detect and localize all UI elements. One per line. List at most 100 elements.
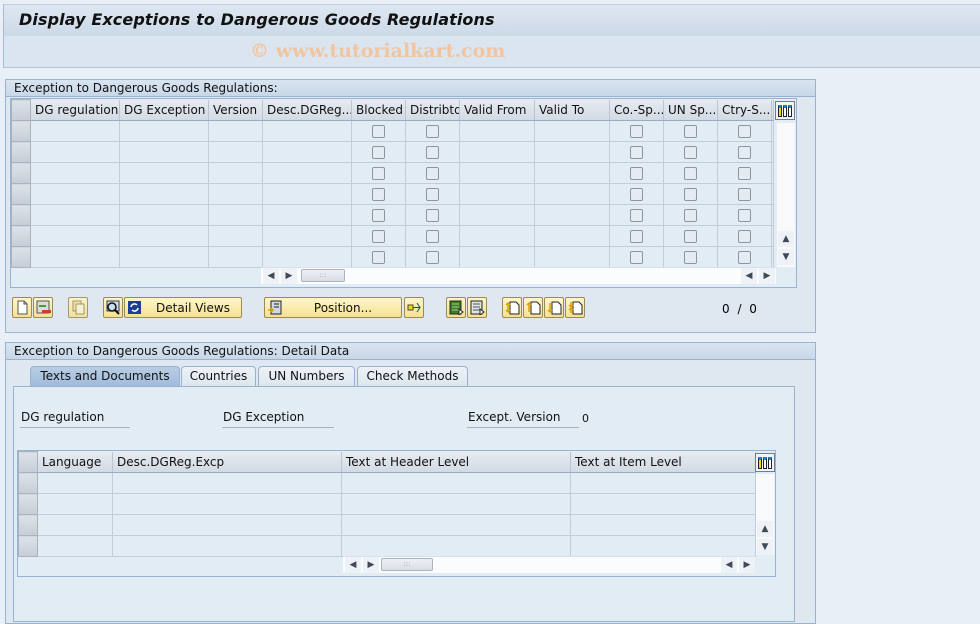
un-sp-checkbox[interactable] [684, 251, 697, 264]
column-header-dg-regulation[interactable]: DG regulation [30, 99, 120, 121]
cell-co-sp[interactable] [609, 162, 664, 184]
cell-valid-to[interactable] [534, 162, 610, 184]
column-header-version[interactable]: Version [208, 99, 263, 121]
position-button[interactable]: Position... [264, 297, 402, 318]
cell-ctry-s[interactable] [717, 246, 772, 268]
column-header-desc[interactable]: Desc.DGReg.... [262, 99, 352, 121]
column-header-desc-dgreg-excp[interactable]: Desc.DGReg.Excp [112, 451, 342, 473]
tab-check-methods[interactable]: Check Methods [357, 366, 468, 386]
scroll-right-button[interactable]: ▶ [363, 557, 379, 573]
cell-header-text[interactable] [341, 535, 571, 557]
cell-valid-from[interactable] [459, 141, 535, 163]
texts-horizontal-scrollbar[interactable]: ◀ ▶ ::: ◀ ▶ [343, 556, 755, 573]
cell-valid-from[interactable] [459, 225, 535, 247]
cell-dg-regulation[interactable] [30, 246, 120, 268]
cell-dg-regulation[interactable] [30, 183, 120, 205]
cell-desc[interactable] [112, 535, 342, 557]
cell-item-text[interactable] [570, 472, 756, 494]
cell-blocked[interactable] [351, 120, 406, 142]
row-selector[interactable] [11, 225, 31, 247]
cell-version[interactable] [208, 183, 263, 205]
row-selector[interactable] [11, 162, 31, 184]
blocked-checkbox[interactable] [372, 230, 385, 243]
scroll-down-button[interactable]: ▼ [757, 539, 773, 555]
blocked-checkbox[interactable] [372, 209, 385, 222]
cell-version[interactable] [208, 225, 263, 247]
column-header-language[interactable]: Language [37, 451, 113, 473]
table-row[interactable] [11, 225, 774, 247]
horizontal-scroll-thumb[interactable]: ::: [301, 269, 345, 282]
cell-valid-from[interactable] [459, 120, 535, 142]
scroll-down-button[interactable]: ▼ [778, 249, 794, 265]
ctry-s-checkbox[interactable] [738, 251, 751, 264]
cell-distributed[interactable] [405, 183, 460, 205]
cell-desc[interactable] [262, 246, 352, 268]
scroll-up-button[interactable]: ▲ [757, 521, 773, 537]
distributed-checkbox[interactable] [426, 146, 439, 159]
cell-un-sp[interactable] [663, 183, 718, 205]
scroll-left-button[interactable]: ◀ [345, 557, 361, 573]
cell-co-sp[interactable] [609, 183, 664, 205]
cell-blocked[interactable] [351, 141, 406, 163]
blocked-checkbox[interactable] [372, 146, 385, 159]
cell-dg-exception[interactable] [119, 141, 209, 163]
cell-un-sp[interactable] [663, 225, 718, 247]
un-sp-checkbox[interactable] [684, 230, 697, 243]
co-sp-checkbox[interactable] [630, 188, 643, 201]
cell-desc[interactable] [262, 225, 352, 247]
ctry-s-checkbox[interactable] [738, 146, 751, 159]
cell-co-sp[interactable] [609, 120, 664, 142]
row-selector[interactable] [18, 514, 38, 536]
overview-vertical-scrollbar[interactable]: ▲ ▼ [777, 123, 795, 267]
row-selector[interactable] [11, 204, 31, 226]
table-row[interactable] [11, 141, 774, 163]
distributed-checkbox[interactable] [426, 209, 439, 222]
cell-dg-exception[interactable] [119, 246, 209, 268]
delete-entry-button[interactable] [33, 297, 53, 318]
cell-ctry-s[interactable] [717, 225, 772, 247]
distributed-checkbox[interactable] [426, 188, 439, 201]
choose-button[interactable] [103, 297, 123, 318]
cell-version[interactable] [208, 120, 263, 142]
cell-dg-regulation[interactable] [30, 120, 120, 142]
texts-column-settings-button[interactable] [755, 453, 775, 472]
detail-views-button[interactable]: Detail Views [124, 297, 242, 318]
table-row[interactable] [11, 162, 774, 184]
cell-distributed[interactable] [405, 162, 460, 184]
copy-button[interactable] [68, 297, 88, 318]
export-button[interactable] [404, 297, 424, 318]
distributed-checkbox[interactable] [426, 251, 439, 264]
cell-desc[interactable] [262, 141, 352, 163]
cell-valid-from[interactable] [459, 162, 535, 184]
column-settings-button[interactable] [775, 101, 795, 120]
cell-dg-exception[interactable] [119, 204, 209, 226]
table-row[interactable] [11, 204, 774, 226]
tab-un-numbers[interactable]: UN Numbers [258, 366, 355, 386]
un-sp-checkbox[interactable] [684, 146, 697, 159]
cell-distributed[interactable] [405, 120, 460, 142]
table-row[interactable] [11, 183, 774, 205]
cell-version[interactable] [208, 204, 263, 226]
cell-ctry-s[interactable] [717, 120, 772, 142]
cell-version[interactable] [208, 246, 263, 268]
cell-desc[interactable] [112, 514, 342, 536]
new-entry-button[interactable] [12, 297, 32, 318]
un-sp-checkbox[interactable] [684, 125, 697, 138]
cell-blocked[interactable] [351, 183, 406, 205]
cell-language[interactable] [37, 514, 113, 536]
co-sp-checkbox[interactable] [630, 167, 643, 180]
un-sp-checkbox[interactable] [684, 188, 697, 201]
cell-desc[interactable] [112, 472, 342, 494]
first-page-button[interactable] [502, 297, 522, 318]
column-header-blocked[interactable]: Blocked [351, 99, 406, 121]
overview-horizontal-scrollbar[interactable]: ◀ ▶ ::: ◀ ▶ [261, 267, 776, 284]
distributed-checkbox[interactable] [426, 167, 439, 180]
cell-valid-to[interactable] [534, 183, 610, 205]
cell-blocked[interactable] [351, 246, 406, 268]
column-header-co-sp[interactable]: Co.-Sp... [609, 99, 664, 121]
cell-dg-regulation[interactable] [30, 225, 120, 247]
row-selector[interactable] [18, 472, 38, 494]
cell-valid-to[interactable] [534, 141, 610, 163]
distributed-checkbox[interactable] [426, 125, 439, 138]
cell-blocked[interactable] [351, 204, 406, 226]
